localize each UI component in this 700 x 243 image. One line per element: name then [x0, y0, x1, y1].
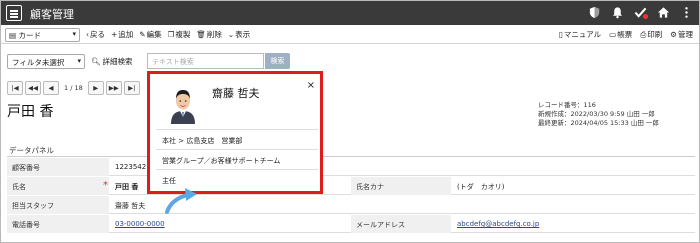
shield-icon[interactable]: [587, 5, 601, 19]
pointer-arrow-icon: [165, 188, 197, 214]
manual-button[interactable]: ▯ マニュアル: [559, 29, 601, 40]
plus-icon: +: [111, 30, 118, 39]
printer-icon: ⎙: [640, 29, 647, 39]
form-button[interactable]: ▭ 帳票: [609, 29, 632, 40]
table-row: 氏名 * 戸田 香 氏名カナ (トダ カオリ): [7, 177, 695, 195]
copy-icon: ❐: [167, 30, 175, 39]
document-icon: ▭: [609, 30, 617, 39]
filter-select[interactable]: フィルタ未選択 ▾: [7, 54, 85, 69]
field-label: 担当スタッフ: [7, 196, 109, 214]
copy-button[interactable]: ❐ 複製: [168, 29, 191, 40]
print-button[interactable]: ⎙ 印刷: [640, 29, 662, 40]
table-row: 電話番号 03-0000-0000 メールアドレス abcdefg@abcdef…: [7, 215, 695, 233]
more-vertical-icon[interactable]: [679, 5, 693, 19]
first-page-button[interactable]: |◀: [7, 81, 23, 95]
add-label: 追加: [118, 30, 134, 39]
edit-button[interactable]: ✎ 編集: [139, 29, 161, 40]
search-icon: 🔍︎: [91, 57, 101, 66]
admin-button[interactable]: ⚙ 管理: [670, 29, 693, 40]
chevron-left-icon: ‹: [86, 30, 89, 39]
record-meta: レコード番号：116 新規作成：2022/03/30 9:59 山田 一郎 最終…: [538, 101, 659, 128]
advanced-search-label: 詳細検索: [102, 57, 133, 66]
field-label: 顧客番号: [7, 158, 109, 176]
admin-label: 管理: [678, 30, 693, 39]
rewind-button[interactable]: ◀◀: [25, 81, 41, 95]
prev-page-button[interactable]: ◀: [43, 81, 59, 95]
field-label: 電話番号: [7, 215, 109, 233]
add-button[interactable]: + 追加: [111, 29, 133, 40]
display-label: 表示: [235, 30, 251, 39]
edit-label: 編集: [146, 30, 162, 39]
staff-value[interactable]: 齋藤 哲夫: [115, 201, 145, 211]
pager: |◀ ◀◀ ◀ 1 / 18 ▶ ▶▶ ▶|: [7, 81, 140, 95]
search-button[interactable]: 検索: [265, 53, 290, 69]
divider: [7, 156, 695, 157]
toolbar: ▤ カード ▾ ‹ 戻る + 追加 ✎ 編集 ❐ 複製 🗑 削除 ⌄ 表示 ▯ マニュアル ▭…: [1, 26, 699, 44]
required-mark: *: [103, 180, 108, 191]
notification-dot: [643, 14, 648, 19]
field-value: 1223542: [115, 163, 147, 171]
view-select[interactable]: ▤ カード ▾: [5, 28, 80, 42]
menu-icon[interactable]: [6, 5, 22, 21]
avatar: [168, 84, 198, 124]
record-title: 戸田 香: [7, 104, 54, 120]
next-page-button[interactable]: ▶: [87, 81, 104, 95]
back-label: 戻る: [90, 30, 105, 39]
home-icon[interactable]: [656, 5, 670, 19]
record-number: レコード番号：116: [538, 101, 596, 109]
fast-forward-button[interactable]: ▶▶: [105, 81, 122, 95]
back-button[interactable]: ‹ 戻る: [86, 29, 105, 40]
delete-label: 削除: [206, 30, 222, 39]
field-value: 戸田 香: [115, 183, 139, 191]
table-row: 担当スタッフ 齋藤 哲夫: [7, 196, 695, 214]
chevron-down-icon: ⌄: [227, 30, 235, 39]
popup-name: 齋藤 哲夫: [212, 87, 260, 100]
gear-icon: ⚙: [670, 30, 677, 39]
app-title: 顧客管理: [30, 8, 74, 21]
phone-link[interactable]: 03-0000-0000: [115, 220, 165, 228]
delete-button[interactable]: 🗑 削除: [196, 29, 222, 40]
chevron-down-icon: ▾: [72, 30, 76, 38]
card-icon: ▤: [9, 31, 17, 40]
trash-icon: 🗑: [196, 30, 206, 39]
last-page-button[interactable]: ▶|: [123, 81, 140, 95]
text-search-input[interactable]: テキスト検索: [147, 53, 264, 69]
field-label: メールアドレス: [351, 215, 451, 233]
form-label: 帳票: [617, 30, 633, 39]
check-icon[interactable]: [633, 5, 648, 19]
copy-label: 複製: [175, 30, 191, 39]
filter-select-value: フィルタ未選択: [12, 58, 65, 67]
app-window: 顧客管理 ▤ カード ▾ ‹ 戻る + 追加 ✎ 編集 ❐ 複製 🗑 削除 ⌄ …: [0, 0, 700, 243]
field-value: (トダ カオリ): [457, 183, 505, 191]
book-icon: ▯: [558, 30, 563, 39]
pencil-icon: ✎: [139, 30, 146, 39]
chevron-down-icon: ▾: [77, 57, 81, 65]
advanced-search-button[interactable]: 🔍︎ 詳細検索: [91, 56, 133, 67]
bell-icon[interactable]: [610, 5, 624, 19]
created-info: 新規作成：2022/03/30 9:59 山田 一郎: [538, 110, 655, 118]
field-label: 氏名カナ: [351, 177, 451, 195]
popup-office: 本社 > 広島支店 営業部: [156, 129, 318, 149]
display-button[interactable]: ⌄ 表示: [228, 29, 250, 40]
page-info: 1 / 18: [64, 84, 83, 92]
staff-popup: 齋藤 哲夫 × 本社 > 広島支店 営業部 営業グループ／お客様サポートチーム …: [147, 71, 323, 194]
top-header: 顧客管理: [1, 1, 699, 25]
table-row: 顧客番号 1223542: [7, 158, 695, 176]
updated-info: 最終更新：2024/04/05 15:33 山田 一郎: [538, 119, 659, 127]
email-link[interactable]: abcdefg@abcdefg.co.jp: [457, 220, 539, 228]
field-label: 氏名: [7, 177, 109, 195]
data-panel-title: データパネル: [9, 146, 54, 155]
close-icon[interactable]: ×: [307, 80, 315, 91]
popup-group: 営業グループ／お客様サポートチーム: [156, 149, 318, 169]
print-label: 印刷: [647, 30, 663, 39]
view-select-value: カード: [18, 31, 41, 40]
manual-label: マニュアル: [563, 30, 602, 39]
